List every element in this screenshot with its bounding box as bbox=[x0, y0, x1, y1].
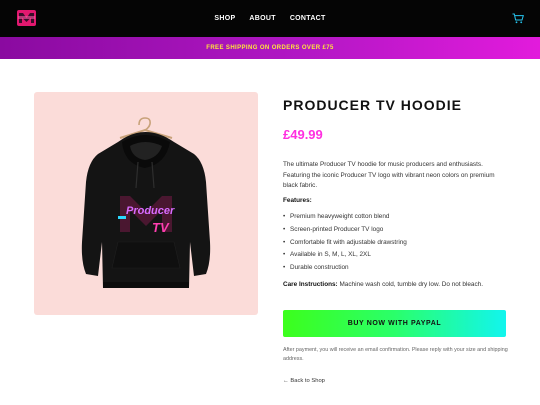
cart-icon[interactable] bbox=[512, 13, 524, 24]
nav-links: SHOP ABOUT CONTACT bbox=[0, 0, 540, 37]
list-item: Available in S, M, L, XL, 2XL bbox=[283, 249, 509, 262]
top-nav-bar: SHOP ABOUT CONTACT bbox=[0, 0, 540, 37]
nav-link-about[interactable]: ABOUT bbox=[249, 15, 275, 22]
list-item: Premium heavyweight cotton blend bbox=[283, 211, 509, 224]
product-image: Producer TV bbox=[34, 92, 258, 315]
back-to-shop-link[interactable]: ← Back to Shop bbox=[283, 378, 325, 384]
product-price: £49.99 bbox=[283, 127, 323, 142]
product-title: PRODUCER TV HOODIE bbox=[283, 97, 463, 113]
care-label: Care Instructions: bbox=[283, 281, 338, 288]
promo-text: FREE SHIPPING ON ORDERS OVER £75 bbox=[206, 45, 334, 51]
care-text: Machine wash cold, tumble dry low. Do no… bbox=[337, 281, 483, 288]
buy-now-paypal-button[interactable]: BUY NOW WITH PAYPAL bbox=[283, 310, 506, 337]
product-description: The ultimate Producer TV hoodie for musi… bbox=[283, 161, 495, 189]
features-list: Premium heavyweight cotton blend Screen-… bbox=[283, 211, 509, 275]
image-logo-tv: TV bbox=[152, 220, 170, 235]
payment-note: After payment, you will receive an email… bbox=[283, 347, 508, 362]
promo-banner: FREE SHIPPING ON ORDERS OVER £75 bbox=[0, 37, 540, 59]
image-logo-text: Producer bbox=[126, 205, 175, 217]
list-item: Comfortable fit with adjustable drawstri… bbox=[283, 237, 509, 250]
list-item: Durable construction bbox=[283, 262, 509, 275]
nav-link-contact[interactable]: CONTACT bbox=[290, 15, 326, 22]
hoodie-illustration: Producer TV bbox=[81, 117, 211, 288]
list-item: Screen-printed Producer TV logo bbox=[283, 224, 509, 237]
care-instructions: Care Instructions: Machine wash cold, tu… bbox=[283, 281, 509, 288]
nav-link-shop[interactable]: SHOP bbox=[214, 15, 235, 22]
features-label: Features: bbox=[283, 197, 312, 204]
